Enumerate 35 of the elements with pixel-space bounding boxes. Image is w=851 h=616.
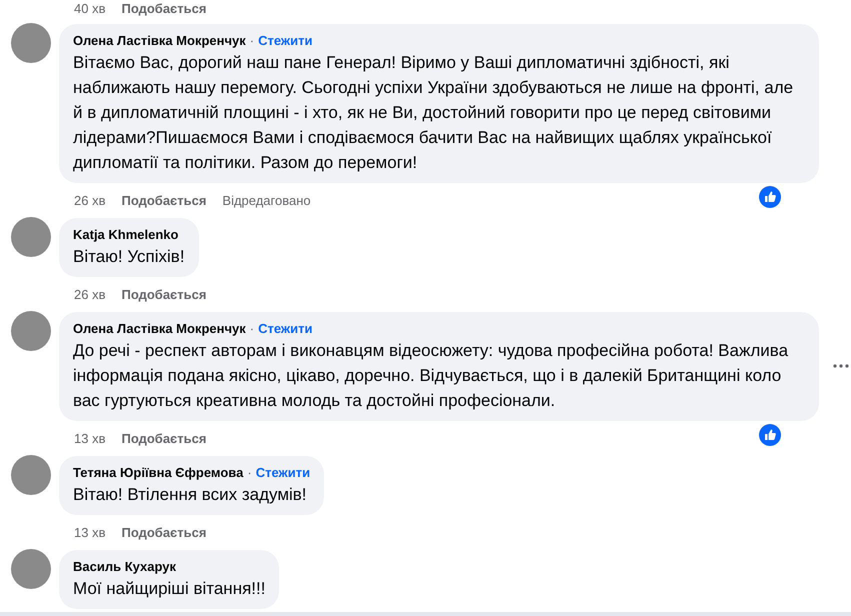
like-link[interactable]: Подобається (121, 430, 206, 446)
author-name[interactable]: Олена Ластівка Мокренчук (73, 320, 246, 338)
comment-time[interactable]: 26 хв (74, 192, 106, 208)
comment-time[interactable]: 40 хв (74, 0, 106, 16)
comment-text: До речі - респект авторам і виконавцям відеосюжету: чудова професійна робота! Важлива інформація подана якісно, цікаво, доречно. Відчувається, що і в далекій Британщині коло вас гуртуються креативна молодь та достойні професіонали. (73, 340, 790, 412)
avatar[interactable] (11, 455, 51, 495)
author-name[interactable]: Тетяна Юріївна Єфремова (73, 464, 244, 482)
avatar[interactable] (11, 549, 51, 589)
like-link[interactable]: Подобається (121, 0, 206, 16)
like-link[interactable]: Подобається (121, 286, 206, 302)
author-name[interactable]: Katja Khmelenko (73, 226, 178, 244)
like-link[interactable]: Подобається (121, 524, 206, 540)
like-link[interactable]: Подобається (121, 192, 206, 208)
separator-dot: · (250, 32, 254, 50)
comment-text: Мої найщиріші вітання!!! (73, 578, 266, 600)
follow-link[interactable]: Стежити (258, 320, 312, 338)
comment-text: Вітаю! Успіхів! (73, 246, 185, 268)
more-options-icon[interactable] (833, 362, 849, 368)
comment-time[interactable]: 26 хв (74, 286, 106, 302)
author-name[interactable]: Олена Ластівка Мокренчук (73, 32, 246, 50)
avatar[interactable] (11, 23, 51, 63)
comment-text: Вітаю! Втілення всих задумів! (73, 484, 308, 506)
author-name[interactable]: Василь Кухарук (73, 558, 176, 576)
thumbs-up-icon[interactable] (759, 424, 781, 446)
thumbs-up-icon[interactable] (759, 186, 781, 208)
separator-dot: · (247, 464, 252, 482)
edited-label: Відредаговано (222, 192, 311, 208)
comment-text: Вітаємо Вас, дорогий наш пане Генерал! Віримо у Ваші дипломатичні здібності, які наближають нашу перемогу. Сьогодні успіхи України здобуваються не лише на фронті, але й в дипломатичній площині - і хто, як не Ви, достойний говорити про це перед світовими лідерами?Пишаємося Вами і сподіваємося бачити Вас на найвищих щаблях української дипломатії та політики. Разом до перемоги! (73, 52, 794, 174)
follow-link[interactable]: Стежити (258, 32, 312, 50)
follow-link[interactable]: Стежити (256, 464, 310, 482)
avatar[interactable] (11, 217, 51, 257)
avatar[interactable] (11, 311, 51, 351)
comment-time[interactable]: 13 хв (74, 524, 106, 540)
separator-dot: · (250, 320, 254, 338)
comment-time[interactable]: 13 хв (74, 430, 106, 446)
